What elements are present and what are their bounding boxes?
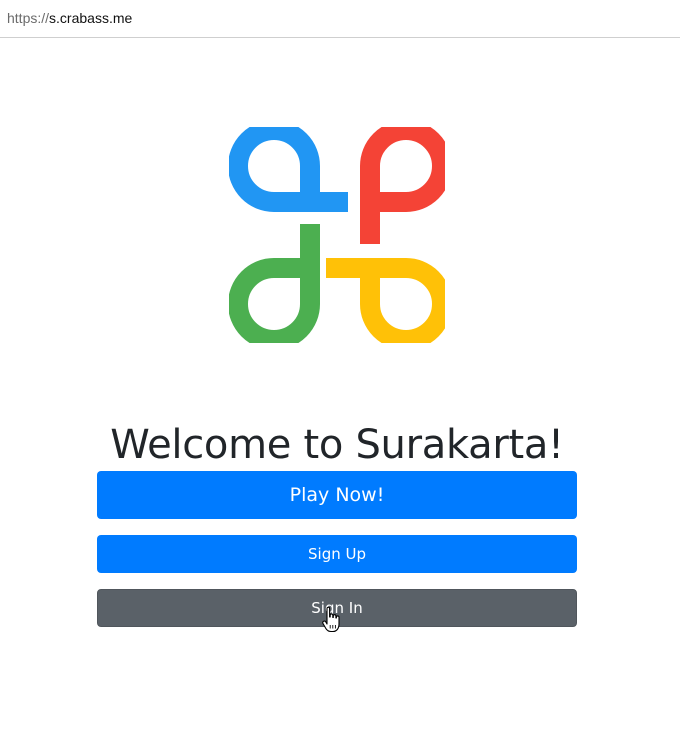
url-text[interactable]: https://s.crabass.me	[7, 9, 132, 27]
logo-red-loop	[360, 127, 445, 244]
browser-address-bar[interactable]: https://s.crabass.me	[0, 0, 680, 38]
sign-up-button[interactable]: Sign Up	[97, 535, 577, 573]
play-now-button[interactable]: Play Now!	[97, 471, 577, 519]
hand-pointer-icon	[322, 607, 340, 633]
surakarta-logo-icon	[229, 127, 445, 343]
url-host: s.crabass.me	[49, 10, 133, 26]
page-title: Welcome to Surakarta!	[110, 421, 564, 468]
logo-yellow-loop	[326, 258, 445, 343]
logo-green-loop	[229, 224, 320, 343]
url-scheme: https://	[7, 10, 50, 26]
logo-blue-loop	[229, 127, 348, 212]
